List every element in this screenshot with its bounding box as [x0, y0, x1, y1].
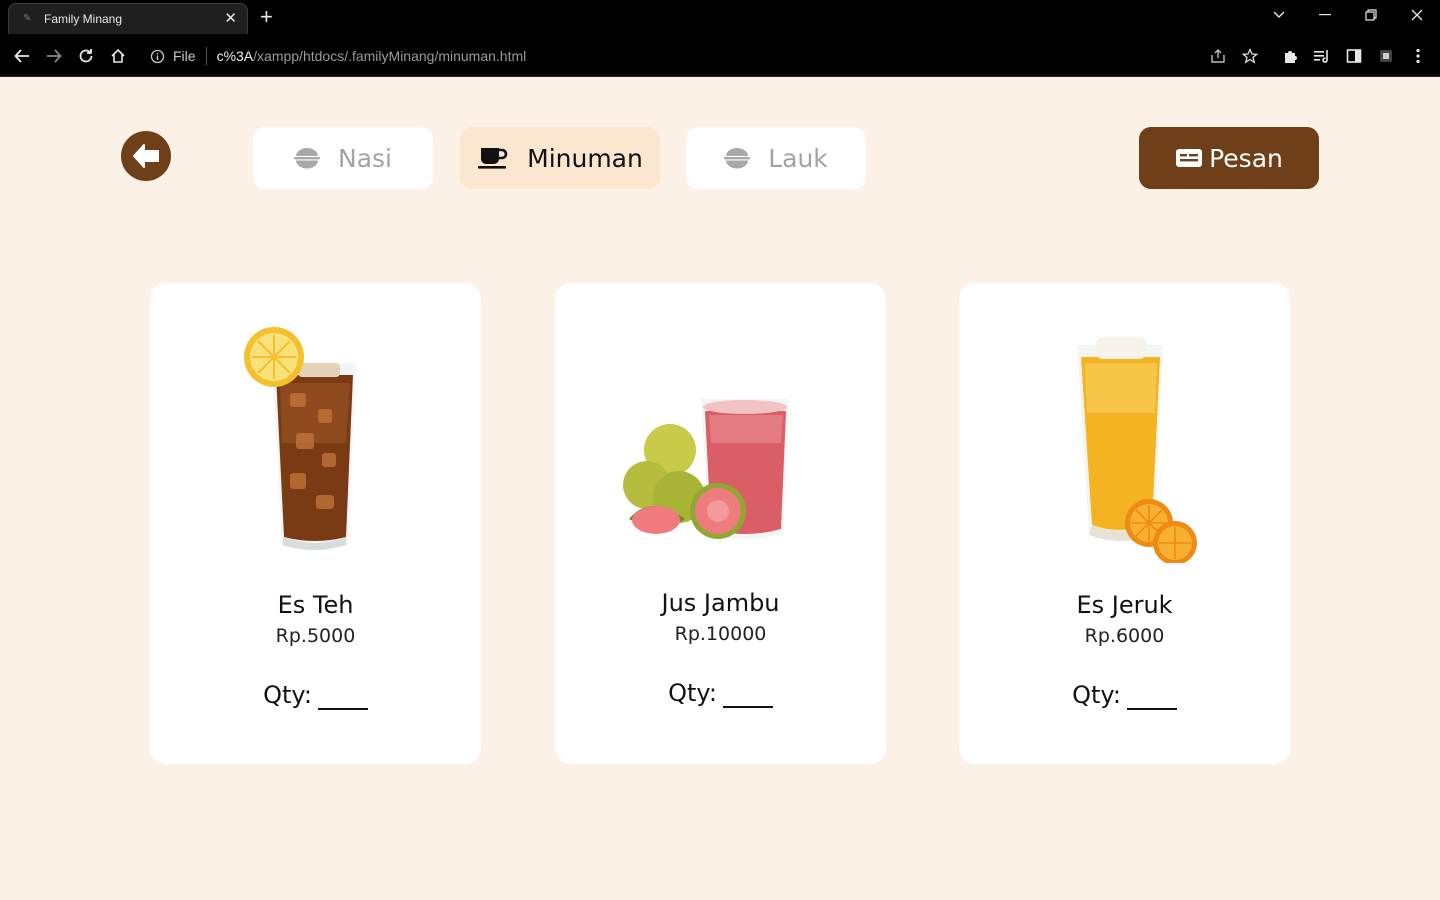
tab-title: Family Minang: [44, 12, 123, 26]
order-button-label: Pesan: [1209, 143, 1283, 173]
product-card: Jus Jambu Rp.10000 Qty:: [555, 283, 886, 764]
product-name: Jus Jambu: [661, 589, 780, 617]
reload-icon[interactable]: [72, 42, 100, 70]
info-icon[interactable]: [150, 49, 165, 64]
browser-tab[interactable]: ✎ Family Minang ✕: [8, 3, 248, 34]
guava-juice-image: [555, 323, 886, 563]
extensions-icon[interactable]: [1278, 44, 1302, 68]
url-bar[interactable]: File c%3A/xampp/htdocs/.familyMinang/min…: [150, 47, 526, 65]
qty-label: Qty:: [1072, 681, 1121, 709]
favicon-icon: ✎: [23, 13, 32, 24]
product-name: Es Jeruk: [1076, 591, 1173, 619]
orange-juice-image: [959, 323, 1290, 565]
category-tab-minuman[interactable]: Minuman: [460, 127, 660, 189]
qty-label: Qty:: [263, 681, 312, 709]
page-content: Nasi Minuman Lauk Pesan Es Teh Rp.5000 Q…: [0, 77, 1440, 900]
qty-input[interactable]: [722, 685, 773, 708]
rice-bowl-icon: [724, 147, 751, 169]
url-host: c%3A: [216, 48, 254, 64]
restore-icon[interactable]: [1348, 0, 1394, 30]
back-button[interactable]: [121, 131, 171, 181]
rice-bowl-icon: [294, 147, 320, 169]
side-panel-icon[interactable]: [1342, 44, 1366, 68]
product-price: Rp.6000: [1084, 625, 1165, 647]
product-price: Rp.10000: [674, 623, 767, 645]
back-arrow-icon[interactable]: [8, 42, 36, 70]
url-path: /xampp/htdocs/.familyMinang/minuman.html: [253, 48, 527, 64]
category-label-lauk: Lauk: [768, 143, 828, 173]
close-window-icon[interactable]: [1394, 0, 1440, 30]
category-tab-lauk[interactable]: Lauk: [686, 127, 866, 189]
order-button[interactable]: Pesan: [1139, 127, 1319, 189]
forward-arrow-icon[interactable]: [40, 42, 68, 70]
category-label-nasi: Nasi: [338, 143, 392, 173]
profile-icon[interactable]: [1374, 44, 1398, 68]
category-label-minuman: Minuman: [527, 143, 643, 173]
qty-row: Qty:: [959, 681, 1290, 710]
qty-input[interactable]: [1126, 687, 1177, 710]
bookmark-star-icon[interactable]: [1238, 44, 1262, 68]
close-tab-icon[interactable]: ✕: [224, 9, 237, 27]
iced-tea-image: [150, 323, 481, 563]
new-tab-icon[interactable]: +: [260, 4, 273, 30]
minimize-icon[interactable]: [1302, 0, 1348, 30]
url-scheme-label: File: [173, 48, 196, 64]
product-name: Es Teh: [277, 591, 354, 619]
arrow-left-icon: [133, 144, 159, 168]
qty-input[interactable]: [317, 687, 368, 710]
qty-label: Qty:: [668, 679, 717, 707]
tab-search-icon[interactable]: [1256, 0, 1302, 30]
qty-row: Qty:: [555, 679, 886, 708]
share-icon[interactable]: [1206, 44, 1230, 68]
browser-titlebar: ✎ Family Minang ✕ +: [0, 0, 1440, 34]
browser-toolbar: File c%3A/xampp/htdocs/.familyMinang/min…: [0, 34, 1440, 77]
media-controls-icon[interactable]: [1310, 44, 1334, 68]
qty-row: Qty:: [150, 681, 481, 710]
product-card: Es Jeruk Rp.6000 Qty:: [959, 283, 1290, 764]
product-card: Es Teh Rp.5000 Qty:: [150, 283, 481, 764]
menu-kebab-icon[interactable]: [1406, 44, 1430, 68]
card-list-icon: [1175, 147, 1203, 169]
coffee-cup-icon: [477, 146, 509, 170]
product-price: Rp.5000: [275, 625, 356, 647]
category-tab-nasi[interactable]: Nasi: [253, 127, 433, 189]
home-icon[interactable]: [104, 42, 132, 70]
